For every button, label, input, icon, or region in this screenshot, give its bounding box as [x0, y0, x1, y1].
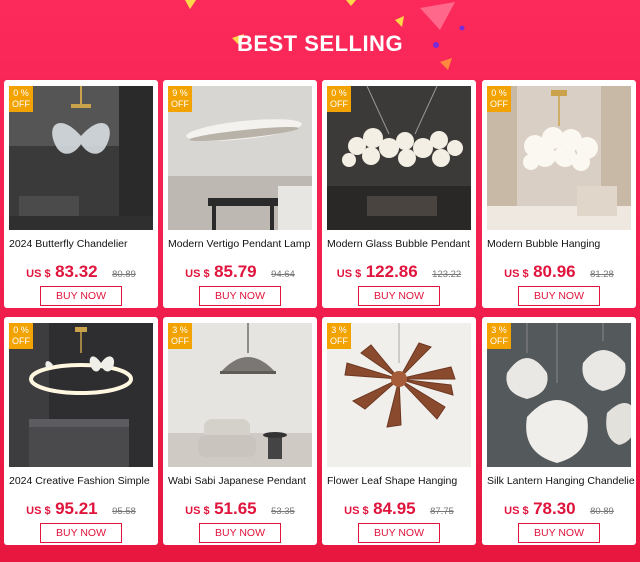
buy-now-button[interactable]: BUY NOW [199, 523, 281, 543]
discount-badge: 0 % OFF [9, 86, 33, 112]
discount-badge: 0 % OFF [487, 86, 511, 112]
product-name[interactable]: Modern Glass Bubble Pendant [327, 238, 475, 250]
original-price: 80.89 [112, 269, 136, 280]
currency-label: US $ [185, 268, 210, 280]
original-price: 95.58 [112, 506, 136, 517]
price-row: US $ 51.65 53.35 [163, 499, 317, 519]
discount-badge: 0 % OFF [327, 86, 351, 112]
price-row: US $ 122.86 123.22 [322, 262, 476, 282]
original-price: 87.75 [430, 506, 454, 517]
sale-price: 95.21 [55, 499, 98, 518]
buy-now-button[interactable]: BUY NOW [358, 286, 440, 306]
original-price: 53.35 [271, 506, 295, 517]
original-price: 80.89 [590, 506, 614, 517]
sale-price: 122.86 [365, 262, 418, 281]
buy-now-button[interactable]: BUY NOW [358, 523, 440, 543]
product-card[interactable]: 0 % OFF Modern Bubble Hanging US $ 80.96 … [482, 80, 636, 308]
discount-badge: 9 % OFF [168, 86, 192, 112]
buy-now-button[interactable]: BUY NOW [40, 286, 122, 306]
price-row: US $ 85.79 94.64 [163, 262, 317, 282]
product-name[interactable]: 2024 Butterfly Chandelier [9, 238, 157, 250]
currency-label: US $ [344, 505, 369, 517]
product-name[interactable]: Modern Bubble Hanging [487, 238, 635, 250]
product-name[interactable]: Modern Vertigo Pendant Lamp [168, 238, 316, 250]
currency-label: US $ [336, 268, 362, 280]
price-row: US $ 83.32 80.89 [4, 262, 158, 282]
sale-price: 80.96 [533, 262, 576, 281]
sale-price: 85.79 [214, 262, 257, 281]
product-name[interactable]: Wabi Sabi Japanese Pendant [168, 475, 316, 487]
currency-label: US $ [185, 505, 210, 517]
product-name[interactable]: Flower Leaf Shape Hanging [327, 475, 475, 487]
sale-price: 84.95 [373, 499, 416, 518]
original-price: 123.22 [432, 269, 462, 280]
original-price: 94.64 [271, 269, 295, 280]
product-card[interactable]: 9 % OFF Modern Vertigo Pendant Lamp US $ … [163, 80, 317, 308]
buy-now-button[interactable]: BUY NOW [518, 286, 600, 306]
discount-badge: 3 % OFF [168, 323, 192, 349]
buy-now-button[interactable]: BUY NOW [518, 523, 600, 543]
best-selling-banner: BEST SELLING 0 % OFF 2024 Butterfly Chan… [0, 0, 640, 562]
product-name[interactable]: Silk Lantern Hanging Chandelier [487, 475, 635, 487]
sale-price: 51.65 [214, 499, 257, 518]
price-row: US $ 80.96 81.28 [482, 262, 636, 282]
currency-label: US $ [504, 505, 529, 517]
original-price: 81.28 [590, 269, 614, 280]
product-card[interactable]: 3 % OFF Silk Lantern Hanging Chandelier U… [482, 317, 636, 545]
currency-label: US $ [26, 505, 51, 517]
product-card[interactable]: 0 % OFF 2024 Butterfly Chandelier US $ 83… [4, 80, 158, 308]
discount-badge: 0 % OFF [9, 323, 33, 349]
price-row: US $ 84.95 87.75 [322, 499, 476, 519]
sale-price: 83.32 [55, 262, 98, 281]
page-title: BEST SELLING [236, 31, 404, 56]
discount-badge: 3 % OFF [327, 323, 351, 349]
product-name[interactable]: 2024 Creative Fashion Simple [9, 475, 157, 487]
currency-label: US $ [26, 268, 51, 280]
buy-now-button[interactable]: BUY NOW [40, 523, 122, 543]
product-card[interactable]: 0 % OFF 2024 Creative Fashion Simple US $… [4, 317, 158, 545]
buy-now-button[interactable]: BUY NOW [199, 286, 281, 306]
discount-badge: 3 % OFF [487, 323, 511, 349]
product-card[interactable]: 3 % OFF Wabi Sabi Japanese Pendant US $ 5… [163, 317, 317, 545]
price-row: US $ 78.30 80.89 [482, 499, 636, 519]
sale-price: 78.30 [533, 499, 576, 518]
currency-label: US $ [504, 268, 529, 280]
product-card[interactable]: 3 % OFF Flower Leaf Shape Hanging US $ 84… [322, 317, 476, 545]
product-card[interactable]: 0 % OFF Modern Glass Bubble Pendant US $ … [322, 80, 476, 308]
price-row: US $ 95.21 95.58 [4, 499, 158, 519]
